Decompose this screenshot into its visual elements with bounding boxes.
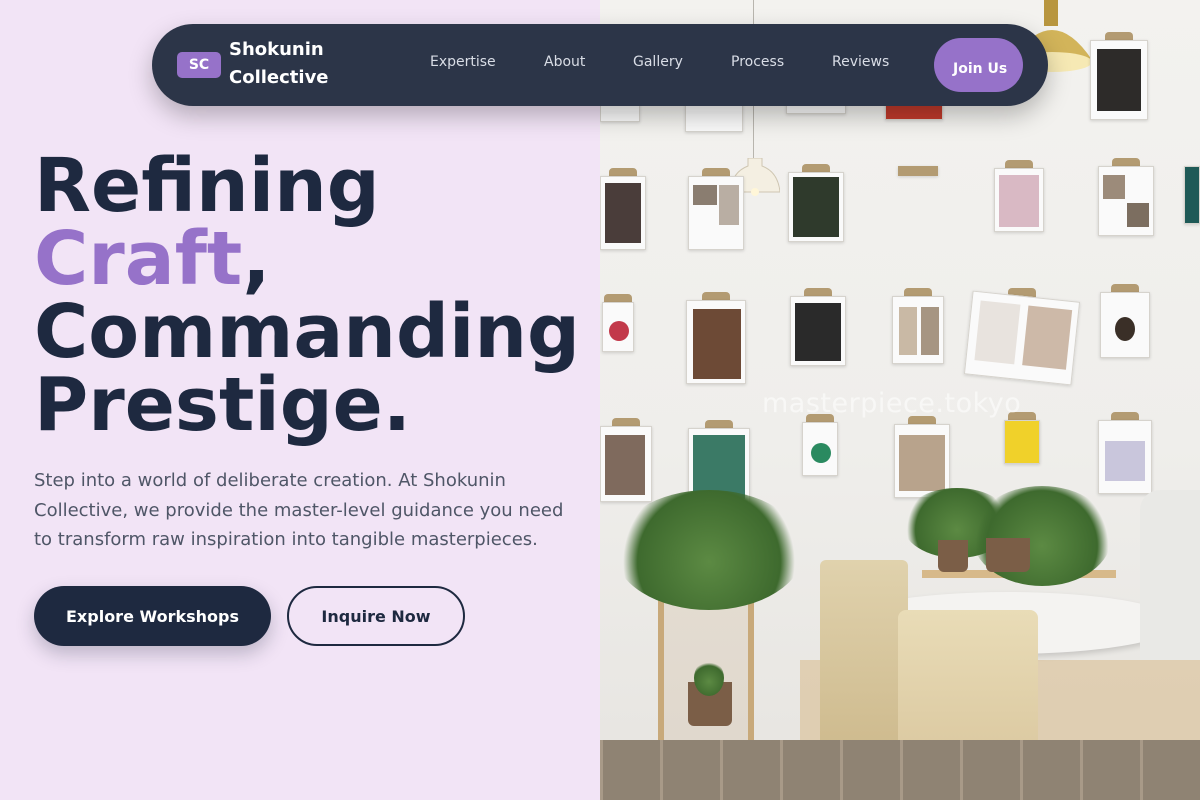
plant-pot [986, 538, 1030, 572]
cactus [694, 660, 724, 696]
wall-print [1090, 32, 1148, 120]
wall-print [994, 160, 1044, 232]
hero-photo: masterpiece.tokyo [600, 0, 1200, 800]
wall-print [894, 416, 950, 498]
open-magazine [963, 288, 1081, 386]
wooden-chair [820, 560, 908, 760]
explore-workshops-button[interactable]: Explore Workshops [34, 586, 271, 646]
top-navbar: SC Shokunin Collective Expertise About G… [152, 24, 1048, 106]
wall-print [688, 168, 744, 250]
headline-line-4: Prestige. [34, 362, 411, 448]
logo-badge[interactable]: SC [177, 52, 221, 78]
headline-line-1: Refining [34, 143, 380, 229]
hero-section: Refining Craft, Commanding Prestige. Ste… [0, 0, 600, 800]
inquire-now-button[interactable]: Inquire Now [287, 586, 465, 646]
wall-print [892, 288, 944, 364]
nav-link-expertise[interactable]: Expertise [430, 54, 496, 70]
plant-pot [938, 540, 968, 572]
wall-print [686, 292, 746, 384]
image-watermark: masterpiece.tokyo [762, 388, 1022, 419]
headline-line-2: Craft, [34, 222, 580, 296]
nav-link-about[interactable]: About [544, 54, 585, 70]
wall-print [802, 414, 838, 476]
wall-print [788, 164, 844, 242]
hero-headline: Refining Craft, Commanding Prestige. [34, 143, 580, 448]
nav-link-reviews[interactable]: Reviews [832, 54, 889, 70]
wall-print [1184, 166, 1200, 224]
join-us-button[interactable]: Join Us [934, 38, 1023, 92]
wall-print [1004, 412, 1040, 464]
nav-link-gallery[interactable]: Gallery [633, 54, 683, 70]
wall-clip [898, 166, 938, 176]
hanging-plant [614, 490, 804, 610]
hero-subtext: Step into a world of deliberate creation… [34, 470, 564, 550]
wood-floor [600, 740, 1200, 800]
wall-print [600, 168, 646, 250]
wall-print [790, 288, 846, 366]
wall-print [1098, 412, 1152, 494]
headline-line-3: Commanding [34, 289, 580, 375]
wall-print [1098, 158, 1154, 236]
wall-print [600, 418, 652, 502]
wall-print [1100, 284, 1150, 358]
brand-name[interactable]: Shokunin Collective [229, 36, 349, 92]
wall-print [602, 294, 634, 352]
white-chair [1140, 490, 1200, 660]
nav-link-process[interactable]: Process [731, 54, 784, 70]
